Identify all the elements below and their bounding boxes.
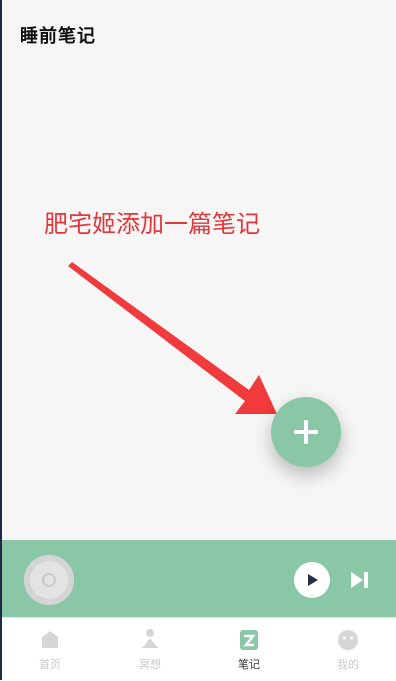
tab-home[interactable]: 首页: [10, 618, 90, 681]
tab-label: 笔记: [238, 658, 260, 671]
bottom-tab-bar: 首页 冥想 笔记 我的: [2, 617, 396, 681]
add-note-button[interactable]: [271, 397, 341, 467]
play-button[interactable]: [294, 562, 330, 598]
tab-notes[interactable]: 笔记: [209, 618, 289, 681]
tab-meditate[interactable]: 冥想: [110, 618, 190, 681]
tab-label: 冥想: [139, 658, 161, 671]
meditate-icon: [141, 629, 159, 648]
plus-icon: [294, 420, 318, 444]
skip-next-icon[interactable]: [348, 569, 372, 591]
tab-label: 我的: [337, 658, 359, 671]
note-icon: [240, 630, 258, 650]
tab-label: 首页: [39, 658, 61, 671]
profile-icon: [338, 630, 358, 650]
home-icon: [42, 631, 58, 648]
annotation-arrow: [68, 262, 277, 414]
play-icon: [308, 574, 318, 586]
music-disc-icon[interactable]: [24, 555, 74, 605]
tab-profile[interactable]: 我的: [308, 618, 388, 681]
audio-player-bar: [2, 540, 396, 617]
